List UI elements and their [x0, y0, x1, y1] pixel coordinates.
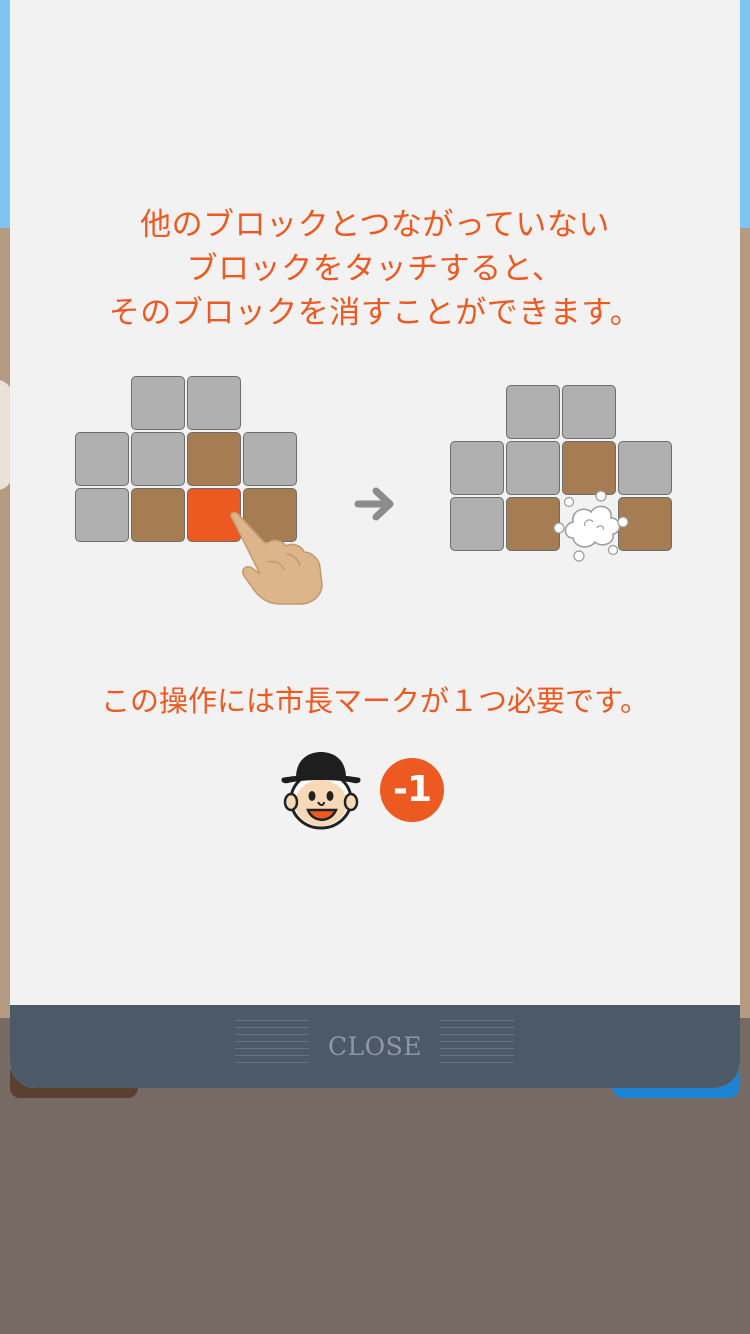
close-decoration-left — [235, 1020, 309, 1070]
block-gray — [450, 497, 504, 551]
pointing-hand-icon — [229, 511, 323, 605]
tutorial-title: 他のブロックとつながっていない ブロックをタッチすると、 そのブロックを消すこと… — [10, 203, 740, 335]
block-brown — [131, 488, 185, 542]
block-gray — [562, 385, 616, 439]
block-gray — [75, 488, 129, 542]
block-gray — [187, 376, 241, 430]
title-line: そのブロックを消すことができます。 — [108, 295, 642, 331]
block-brown — [506, 497, 560, 551]
block-brown — [187, 432, 241, 486]
close-decoration-right — [440, 1020, 514, 1070]
poof-cloud-icon — [553, 490, 629, 562]
mayor-face-icon — [281, 752, 361, 830]
block-gray — [131, 432, 185, 486]
arrow-right-icon — [354, 487, 394, 521]
block-gray — [243, 432, 297, 486]
close-label: CLOSE — [327, 1032, 423, 1061]
title-line: 他のブロックとつながっていない — [140, 207, 610, 243]
title-line: ブロックをタッチすると、 — [186, 251, 564, 287]
block-gray — [131, 376, 185, 430]
cost-badge: -1 — [380, 758, 444, 822]
block-brown — [562, 441, 616, 495]
block-gray — [506, 385, 560, 439]
close-button[interactable]: CLOSE — [10, 1005, 740, 1088]
block-gray — [450, 441, 504, 495]
block-gray — [506, 441, 560, 495]
cost-description: この操作には市長マークが１つ必要です。 — [100, 684, 650, 718]
block-gray — [75, 432, 129, 486]
block-gray — [618, 441, 672, 495]
tutorial-dialog: 他のブロックとつながっていない ブロックをタッチすると、 そのブロックを消すこと… — [10, 0, 740, 1088]
